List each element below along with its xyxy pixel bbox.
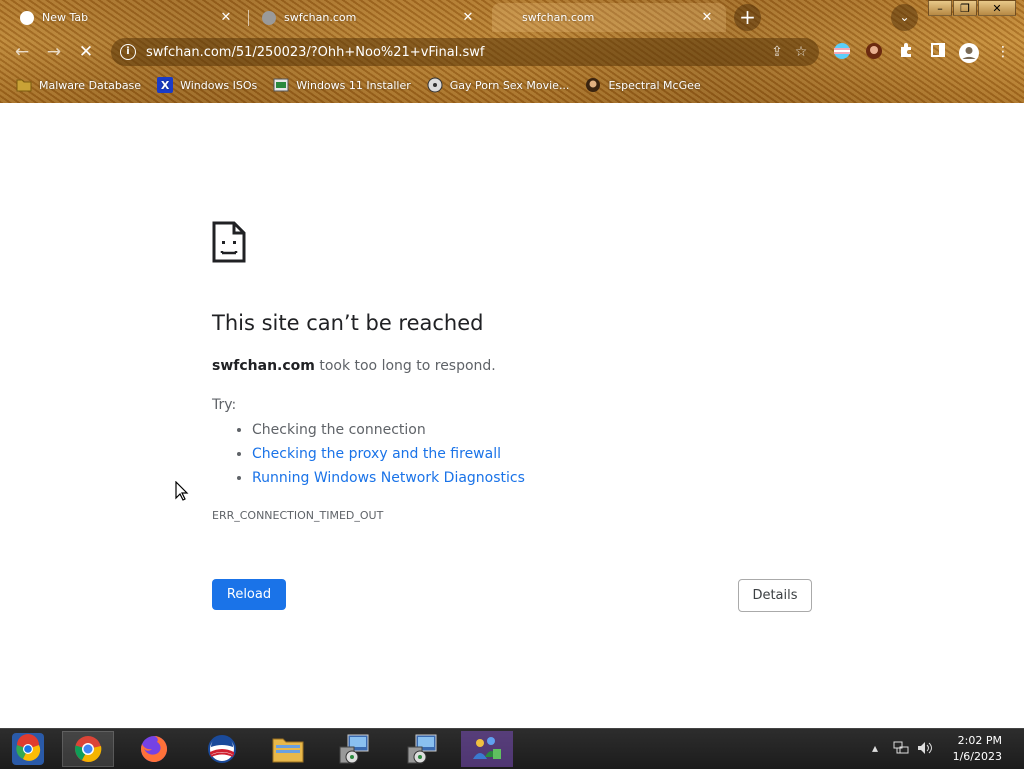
back-button[interactable]: ← bbox=[9, 39, 35, 65]
bookmark-label: Espectral McGee bbox=[608, 78, 701, 92]
forward-button[interactable]: → bbox=[41, 39, 67, 65]
error-description: swfchan.com took too long to respond. bbox=[212, 358, 496, 374]
tab-title: New Tab bbox=[42, 11, 89, 24]
tab-separator bbox=[248, 10, 249, 26]
restore-button[interactable]: ❐ bbox=[953, 0, 977, 16]
bookmark-star-icon[interactable]: ☆ bbox=[789, 44, 813, 60]
chrome-icon bbox=[20, 10, 34, 25]
obama-logo-icon[interactable] bbox=[196, 731, 248, 767]
chrome-os-icon[interactable] bbox=[2, 731, 54, 767]
browser-toolbar: ← → ✕ i swfchan.com/51/250023/?Ohh+Noo%2… bbox=[0, 34, 1024, 70]
error-code: ERR_CONNECTION_TIMED_OUT bbox=[212, 509, 384, 522]
globe-icon bbox=[262, 10, 276, 25]
installer-icon[interactable] bbox=[328, 731, 380, 767]
minimize-button[interactable]: – bbox=[928, 0, 952, 16]
suggestion-link[interactable]: Running Windows Network Diagnostics bbox=[252, 470, 525, 486]
bookmark-label: Gay Porn Sex Movie... bbox=[449, 78, 570, 92]
sad-page-icon bbox=[212, 221, 246, 267]
tab-swfchan-2[interactable]: swfchan.com ✕ bbox=[492, 3, 726, 32]
clock-time: 2:02 PM bbox=[957, 734, 1002, 747]
suggestions-list: Checking the connection Checking the pro… bbox=[232, 418, 525, 490]
chrome-menu-icon[interactable]: ⋮ bbox=[993, 42, 1013, 62]
stop-loading-button[interactable]: ✕ bbox=[73, 39, 99, 65]
bookmark-label: Windows ISOs bbox=[180, 78, 258, 92]
bookmarks-bar: Malware Database X Windows ISOs Windows … bbox=[0, 72, 1024, 98]
show-hidden-icons-icon[interactable]: ▴ bbox=[872, 741, 878, 755]
suggestion-item[interactable]: Running Windows Network Diagnostics bbox=[252, 466, 525, 490]
tab-title: swfchan.com bbox=[284, 11, 357, 24]
folder-icon bbox=[16, 77, 32, 93]
trans-flag-extension-icon[interactable] bbox=[832, 42, 852, 62]
taskbar: ▴ 2:02 PM 1/6/2023 bbox=[0, 728, 1024, 769]
network-people-icon[interactable] bbox=[461, 731, 513, 767]
close-icon[interactable]: ✕ bbox=[217, 10, 235, 25]
side-panel-icon[interactable] bbox=[928, 42, 948, 62]
error-page: This site can’t be reached swfchan.com t… bbox=[0, 103, 1024, 728]
details-button[interactable]: Details bbox=[738, 579, 812, 612]
bookmark-malware-database[interactable]: Malware Database bbox=[16, 77, 141, 93]
clock-date: 1/6/2023 bbox=[952, 750, 1002, 763]
address-bar[interactable]: i swfchan.com/51/250023/?Ohh+Noo%21+vFin… bbox=[111, 38, 819, 66]
mouse-cursor-icon bbox=[175, 480, 189, 505]
error-message: took too long to respond. bbox=[314, 358, 496, 374]
disc-icon bbox=[427, 77, 443, 93]
chrome-icon[interactable] bbox=[62, 731, 114, 767]
avatar-icon bbox=[585, 77, 601, 93]
reload-button[interactable]: Reload bbox=[212, 579, 286, 610]
site-info-icon[interactable]: i bbox=[120, 44, 136, 60]
suggestion-item: Checking the connection bbox=[252, 418, 525, 442]
bookmark-label: Malware Database bbox=[39, 78, 142, 92]
avatar-extension-icon[interactable] bbox=[864, 42, 884, 62]
installer-icon[interactable] bbox=[396, 731, 448, 767]
tab-title: swfchan.com bbox=[522, 11, 595, 24]
volume-icon[interactable] bbox=[917, 741, 933, 758]
try-label: Try: bbox=[212, 397, 237, 413]
suggestion-link[interactable]: Checking the proxy and the firewall bbox=[252, 446, 501, 462]
url-text[interactable]: swfchan.com/51/250023/?Ohh+Noo%21+vFinal… bbox=[146, 45, 765, 60]
suggestion-item[interactable]: Checking the proxy and the firewall bbox=[252, 442, 525, 466]
x-logo-icon: X bbox=[157, 77, 174, 93]
bookmark-espectral-mcgee[interactable]: Espectral McGee bbox=[585, 77, 701, 93]
profile-icon[interactable] bbox=[958, 42, 979, 63]
suggestion-text: Checking the connection bbox=[252, 422, 426, 438]
tab-new-tab[interactable]: New Tab ✕ bbox=[10, 3, 245, 32]
firefox-icon[interactable] bbox=[128, 731, 180, 767]
browser-frame: New Tab ✕ swfchan.com ✕ swfchan.com ✕ + … bbox=[0, 0, 1024, 103]
clock[interactable]: 2:02 PM 1/6/2023 bbox=[953, 733, 1002, 765]
bookmark-windows-11-installer[interactable]: Windows 11 Installer bbox=[273, 77, 411, 93]
error-host: swfchan.com bbox=[212, 358, 315, 374]
tab-strip: New Tab ✕ swfchan.com ✕ swfchan.com ✕ + … bbox=[0, 0, 1024, 34]
network-icon[interactable] bbox=[893, 741, 909, 758]
file-explorer-icon[interactable] bbox=[262, 731, 314, 767]
close-window-button[interactable]: ✕ bbox=[978, 0, 1016, 16]
close-icon[interactable]: ✕ bbox=[459, 10, 477, 25]
error-title: This site can’t be reached bbox=[212, 311, 484, 335]
share-icon[interactable]: ⇪ bbox=[765, 44, 789, 60]
bookmark-windows-isos[interactable]: X Windows ISOs bbox=[157, 77, 257, 93]
close-icon[interactable]: ✕ bbox=[698, 10, 716, 25]
tab-swfchan-1[interactable]: swfchan.com ✕ bbox=[252, 3, 487, 32]
installer-icon bbox=[273, 77, 289, 93]
bookmark-movie[interactable]: Gay Porn Sex Movie... bbox=[427, 77, 570, 93]
new-tab-button[interactable]: + bbox=[734, 4, 761, 31]
tab-search-button[interactable]: ⌄ bbox=[891, 4, 918, 31]
extensions-puzzle-icon[interactable] bbox=[896, 42, 916, 62]
bookmark-label: Windows 11 Installer bbox=[296, 78, 411, 92]
